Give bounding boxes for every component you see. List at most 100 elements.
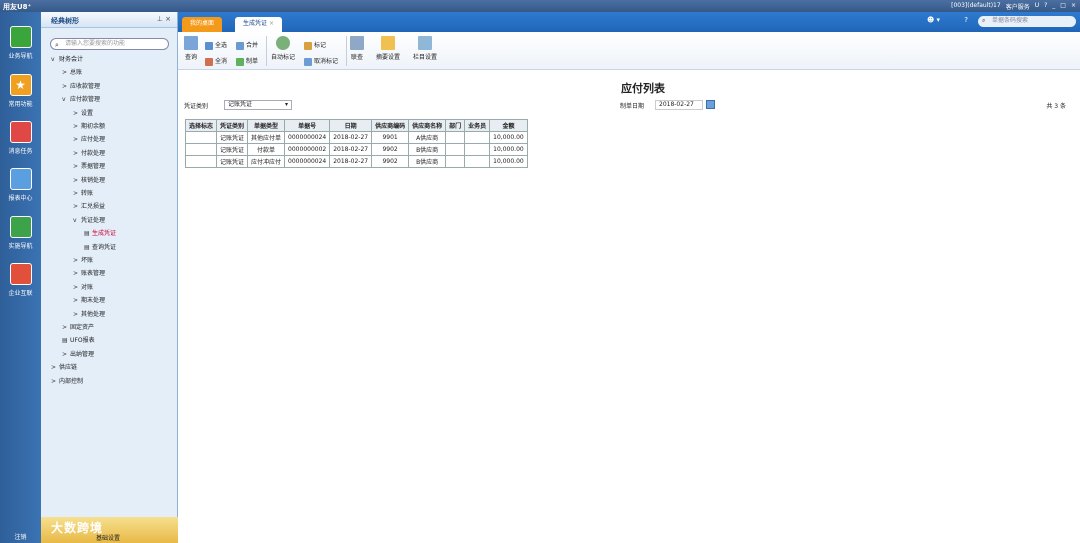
column-header[interactable]: 部门 — [445, 119, 466, 132]
tree-node[interactable]: > 转账 — [73, 189, 93, 199]
tree-node[interactable]: > 汇兑损益 — [73, 202, 105, 212]
query-button[interactable]: 查询 — [184, 36, 198, 61]
table-cell[interactable] — [184, 131, 218, 144]
tree-node-label: 凭证处理 — [81, 216, 106, 224]
tree-node-label: 内部控制 — [59, 377, 84, 385]
merge-button[interactable]: 合并 — [236, 40, 258, 50]
tree-node[interactable]: > 固定资产 — [62, 323, 94, 333]
minimize-button[interactable]: _ — [1052, 2, 1055, 11]
left-nav: 业务导航 ★ 常用功能 消息任务 报表中心 实施导航 企业互联 注销 — [0, 12, 41, 543]
tree-node-label: 设置 — [81, 109, 94, 117]
tree-node[interactable]: > 票据管理 — [73, 162, 105, 172]
close-button[interactable]: × — [1071, 2, 1076, 11]
column-header[interactable]: 供应商名称 — [408, 119, 447, 132]
tab-generate-voucher[interactable]: 生成凭证 × — [235, 17, 282, 32]
barcode-search-input[interactable]: ⌕ 单据条码搜索 — [978, 16, 1076, 27]
chevron-right-icon: > — [73, 136, 79, 144]
chevron-down-icon: ▾ — [284, 101, 288, 108]
table-row[interactable]: 记账凭证 付款单 0000000002 2018-02-27 9902 B供应商 10,00… — [184, 143, 528, 156]
tree-node[interactable]: > 期初余额 — [73, 122, 105, 132]
nav-enterprise-interconnect[interactable]: 企业互联 — [0, 263, 41, 297]
summary-settings-button[interactable]: 摘要设置 — [376, 36, 400, 61]
auto-mark-icon — [276, 36, 290, 50]
column-header[interactable]: 金额 — [489, 119, 528, 132]
u-menu[interactable]: U — [1035, 2, 1039, 11]
help-icon[interactable]: ? — [964, 16, 968, 24]
help-button[interactable]: ? — [1044, 2, 1047, 11]
separator — [266, 36, 267, 66]
table-cell — [464, 143, 491, 156]
basic-settings-link[interactable]: 基础设置 — [96, 533, 120, 542]
make-voucher-button[interactable]: 制单 — [236, 56, 258, 66]
customer-service-menu[interactable]: 客户服务 — [1006, 2, 1030, 11]
nav-common-functions[interactable]: ★ 常用功能 — [0, 74, 41, 108]
logout-button[interactable]: 注销 — [0, 532, 41, 541]
tree-node[interactable]: > 应付处理 — [73, 135, 105, 145]
tree-node[interactable]: > 内部控制 — [51, 377, 83, 387]
tree-node[interactable]: > 付款处理 — [73, 149, 105, 159]
chevron-down-icon: v — [51, 56, 55, 63]
tree-node-label: 汇兑损益 — [81, 203, 106, 211]
tree-node[interactable]: > 对账 — [73, 283, 93, 293]
deselect-all-button[interactable]: 全消 — [205, 56, 227, 66]
mark-button[interactable]: 标记 — [304, 40, 326, 50]
tree-node[interactable]: > 应收款管理 — [62, 82, 100, 92]
column-header[interactable]: 单据类型 — [247, 119, 286, 132]
network-icon — [9, 263, 32, 285]
table-row[interactable]: 记账凭证 其他应付单 0000000024 2018-02-27 9901 A供应商 10,… — [184, 131, 528, 144]
account-label[interactable]: [003](default)17 — [951, 2, 1001, 11]
chevron-right-icon: > — [73, 109, 79, 117]
tree-node[interactable]: > 核销处理 — [73, 176, 105, 186]
nav-report-center[interactable]: 报表中心 — [0, 168, 41, 202]
tree-node[interactable]: > 供应链 — [51, 363, 77, 373]
nav-business-navigation[interactable]: 业务导航 — [0, 26, 41, 60]
tree-node[interactable]: v 财务会计 — [51, 55, 83, 65]
user-icon[interactable]: ☻ ▾ — [927, 16, 940, 24]
column-settings-button[interactable]: 栏目设置 — [413, 36, 437, 61]
column-header[interactable]: 日期 — [329, 119, 373, 132]
auto-mark-button[interactable]: 自动标记 — [271, 36, 295, 61]
tree-node-label: 供应链 — [59, 364, 78, 372]
select-all-button[interactable]: 全选 — [205, 40, 227, 50]
calendar-icon[interactable] — [706, 100, 715, 109]
tree-node[interactable]: > 坏账 — [73, 256, 93, 266]
tab-my-desktop[interactable]: 我的桌面 — [182, 17, 223, 32]
column-header[interactable]: 供应商编码 — [371, 119, 410, 132]
tree-search-input[interactable]: ⌕ 请输入您要搜索的功能 — [50, 38, 169, 50]
table-cell — [464, 155, 491, 168]
date-field[interactable]: 2018-02-27 — [655, 100, 703, 110]
tree-node[interactable]: ▤ 查询凭证 — [84, 243, 116, 253]
tree-node[interactable]: v 凭证处理 — [73, 216, 105, 226]
tree-node[interactable]: > 出纳管理 — [62, 350, 94, 360]
tree-header: 经典树形 ⊥ × — [41, 12, 177, 28]
table-cell: 应付冲应付 — [247, 155, 286, 168]
chevron-right-icon: > — [73, 123, 79, 130]
app-title: 用友U8⁺ — [3, 3, 32, 11]
tree-node[interactable]: v 应付款管理 — [62, 95, 100, 105]
nav-implementation[interactable]: 实施导航 — [0, 216, 41, 250]
tree-node[interactable]: > 总账 — [62, 68, 82, 78]
cancel-mark-button[interactable]: 取消标记 — [304, 56, 338, 66]
tree-node[interactable]: > 其他处理 — [73, 310, 105, 320]
table-cell: 10,000.00 — [489, 143, 528, 156]
voucher-type-select[interactable]: 记账凭证 ▾ — [224, 100, 292, 110]
chevron-right-icon: > — [62, 350, 68, 358]
tree-node[interactable]: ▤ UFO报表 — [62, 336, 95, 346]
link-query-button[interactable]: 联查 — [350, 36, 364, 61]
tree-node[interactable]: ▤ 生成凭证 — [84, 229, 116, 239]
table-cell[interactable] — [184, 143, 218, 156]
maximize-button[interactable]: □ — [1060, 2, 1066, 11]
column-header[interactable]: 单据号 — [284, 119, 331, 132]
tree-node[interactable]: > 期末处理 — [73, 296, 105, 306]
pin-close-controls[interactable]: ⊥ × — [157, 15, 171, 23]
column-header[interactable]: 凭证类别 — [216, 119, 249, 132]
column-header[interactable]: 选择标志 — [184, 119, 218, 132]
column-header[interactable]: 业务员 — [464, 119, 491, 132]
table-row[interactable]: 记账凭证 应付冲应付 0000000024 2018-02-27 9902 B供应商 10,… — [184, 155, 528, 168]
tree-node[interactable]: > 账表管理 — [73, 269, 105, 279]
table-cell[interactable] — [184, 155, 218, 168]
nav-message-tasks[interactable]: 消息任务 — [0, 121, 41, 155]
close-tab-icon[interactable]: × — [269, 20, 274, 27]
search-icon: ⌕ — [982, 17, 986, 24]
tree-node[interactable]: > 设置 — [73, 109, 93, 119]
